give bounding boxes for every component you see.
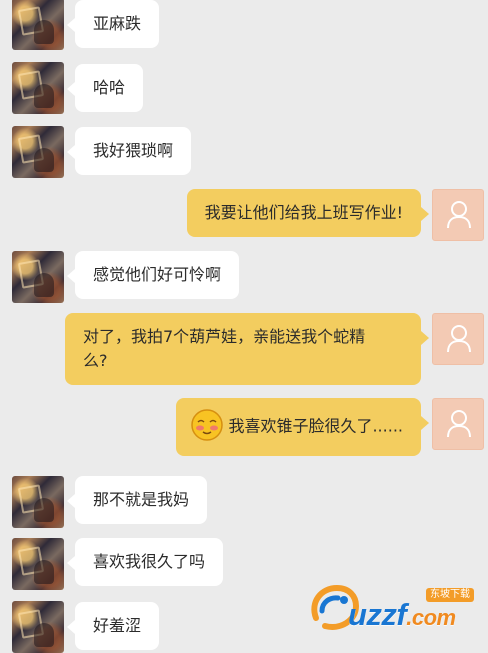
message-row: 感觉他们好可怜啊 bbox=[0, 251, 488, 305]
message-row: 我喜欢锥子脸很久了...... bbox=[0, 398, 488, 462]
message-row: 我好猥琐啊 bbox=[0, 126, 488, 180]
message-line: 对了，我拍7个葫芦娃，亲能送我个蛇精 bbox=[83, 327, 366, 346]
brand-domain: .com bbox=[406, 605, 456, 630]
chat-conversation: 亚麻跌 哈哈 我好猥琐啊 我要让他们给我上班写作业! 感觉他们好可怜啊 对了，我… bbox=[0, 0, 488, 653]
contact-avatar[interactable] bbox=[12, 538, 64, 590]
outgoing-message[interactable]: 对了，我拍7个葫芦娃，亲能送我个蛇精 么? bbox=[65, 313, 429, 385]
site-watermark: 东坡下载 uzzf.com bbox=[306, 580, 476, 638]
brand-name: uzzf bbox=[348, 597, 407, 632]
incoming-message[interactable]: 亚麻跌 bbox=[66, 0, 160, 48]
incoming-message[interactable]: 我好猥琐啊 bbox=[66, 127, 192, 175]
user-avatar[interactable] bbox=[432, 313, 484, 365]
person-icon bbox=[447, 410, 471, 438]
contact-avatar[interactable] bbox=[12, 476, 64, 528]
incoming-message[interactable]: 喜欢我很久了吗 bbox=[66, 538, 224, 586]
blush-face-icon bbox=[190, 408, 224, 442]
contact-avatar[interactable] bbox=[12, 251, 64, 303]
incoming-message[interactable]: 那不就是我妈 bbox=[66, 476, 208, 524]
message-row: 哈哈 bbox=[0, 62, 488, 116]
contact-avatar[interactable] bbox=[12, 62, 64, 114]
incoming-message[interactable]: 好羞涩 bbox=[66, 602, 160, 650]
outgoing-message[interactable]: 我要让他们给我上班写作业! bbox=[186, 189, 430, 237]
outgoing-message[interactable]: 我喜欢锥子脸很久了...... bbox=[176, 398, 429, 456]
contact-avatar[interactable] bbox=[12, 601, 64, 653]
person-icon bbox=[447, 201, 471, 229]
message-row: 对了，我拍7个葫芦娃，亲能送我个蛇精 么? bbox=[0, 313, 488, 387]
incoming-message[interactable]: 感觉他们好可怜啊 bbox=[66, 251, 240, 299]
incoming-message[interactable]: 哈哈 bbox=[66, 64, 144, 112]
brand-text: uzzf.com bbox=[348, 598, 456, 635]
user-avatar[interactable] bbox=[432, 398, 484, 450]
contact-avatar[interactable] bbox=[12, 0, 64, 50]
message-row: 亚麻跌 bbox=[0, 0, 488, 54]
message-text: 我喜欢锥子脸很久了...... bbox=[228, 416, 403, 436]
contact-avatar[interactable] bbox=[12, 126, 64, 178]
message-row: 那不就是我妈 bbox=[0, 476, 488, 530]
message-row: 我要让他们给我上班写作业! bbox=[0, 189, 488, 243]
message-line: 么? bbox=[83, 351, 108, 370]
user-avatar[interactable] bbox=[432, 189, 484, 241]
person-icon bbox=[447, 325, 471, 353]
